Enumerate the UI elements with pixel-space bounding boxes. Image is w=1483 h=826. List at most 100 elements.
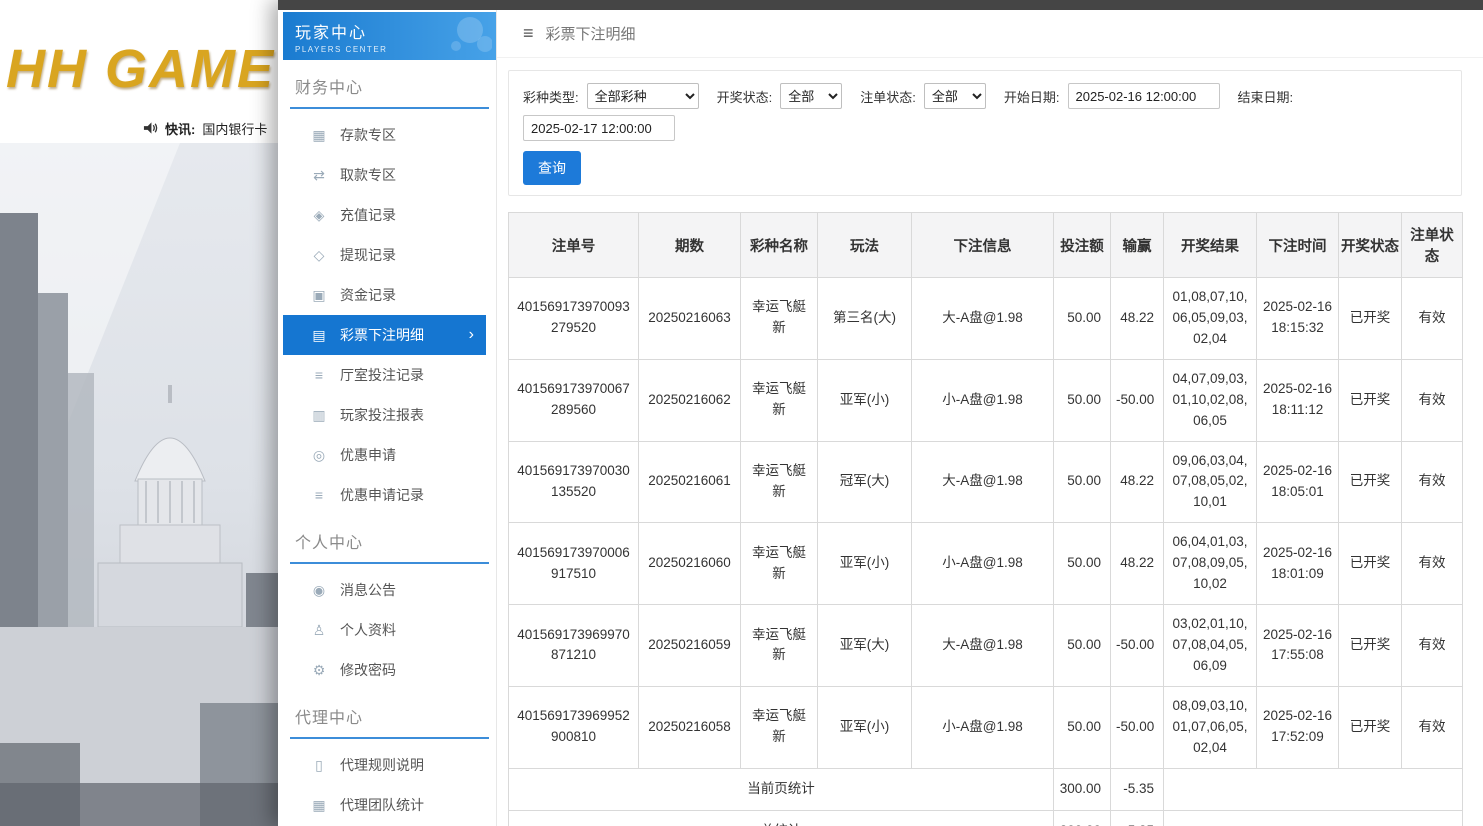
cell-bet-info: 小-A盘@1.98: [912, 523, 1054, 605]
current-page-summary-row: 当前页统计 300.00 -5.35: [509, 768, 1463, 810]
section-heading-personal: 个人中心: [290, 529, 489, 564]
withdrawal-records-icon: ◇: [310, 247, 328, 264]
funds-icon: ▣: [310, 287, 328, 304]
sidebar-header: 玩家中心 PLAYERS CENTER: [283, 12, 496, 60]
sidebar-item-label: 充值记录: [340, 205, 396, 225]
cell-draw-status: 已开奖: [1339, 441, 1402, 523]
cell-bet-info: 小-A盘@1.98: [912, 359, 1054, 441]
deposit-icon: ▦: [310, 127, 328, 144]
cell-play: 亚军(小): [818, 359, 912, 441]
player-bet-report-icon: ▥: [310, 407, 328, 424]
cell-bet-no: 401569173970030135520: [509, 441, 639, 523]
end-date-input[interactable]: [523, 115, 675, 141]
filter-panel: 彩种类型: 全部彩种 开奖状态: 全部 注单状态: 全部 开始日期:: [508, 70, 1462, 196]
sidebar-item-label: 消息公告: [340, 580, 396, 600]
ticker-label: 快讯:: [165, 119, 195, 138]
sidebar-item-withdrawal-records[interactable]: ◇ 提现记录: [283, 235, 486, 275]
panel-top-bar: [278, 0, 1483, 10]
cell-bet-time: 2025-02-16 17:52:09: [1257, 686, 1339, 768]
cell-bet-time: 2025-02-16 18:05:01: [1257, 441, 1339, 523]
sidebar-item-agent-rules[interactable]: ▯ 代理规则说明: [283, 745, 486, 785]
cell-result: 06,04,01,03,07,08,09,05,10,02: [1164, 523, 1257, 605]
section-heading-finance: 财务中心: [290, 74, 489, 109]
sidebar-item-hall-bet-records[interactable]: ≡ 厅室投注记录: [283, 355, 486, 395]
main-area: ≡ 彩票下注明细 彩种类型: 全部彩种 开奖状态: 全部 注单: [497, 10, 1483, 826]
hall-bet-records-icon: ≡: [310, 367, 328, 383]
sidebar-item-promo-apply-records[interactable]: ≡ 优惠申请记录: [283, 475, 486, 515]
sidebar-item-label: 修改密码: [340, 660, 396, 680]
cell-draw-status: 已开奖: [1339, 605, 1402, 687]
current-page-summary-empty: [1164, 768, 1463, 810]
sidebar-item-label: 取款专区: [340, 165, 396, 185]
start-date-input[interactable]: [1068, 83, 1220, 109]
cell-winloss: 48.22: [1111, 278, 1164, 360]
sidebar-item-label: 提现记录: [340, 245, 396, 265]
table-row: 401569173969952900810 20250216058 幸运飞艇新 …: [509, 686, 1463, 768]
cell-play: 冠军(大): [818, 441, 912, 523]
cell-bet-no: 401569173970006917510: [509, 523, 639, 605]
sidebar-item-label: 代理规则说明: [340, 755, 424, 775]
cell-winloss: -50.00: [1111, 359, 1164, 441]
order-status-label: 注单状态:: [860, 87, 916, 106]
column-header-lottery: 彩种名称: [741, 213, 818, 278]
cell-result: 09,06,03,04,07,08,05,02,10,01: [1164, 441, 1257, 523]
sidebar-item-label: 存款专区: [340, 125, 396, 145]
sidebar-item-messages[interactable]: ◉ 消息公告: [283, 570, 486, 610]
cell-winloss: 48.22: [1111, 523, 1164, 605]
sidebar-item-promo-apply[interactable]: ◎ 优惠申请: [283, 435, 486, 475]
cell-winloss: 48.22: [1111, 441, 1164, 523]
cell-bet-info: 大-A盘@1.98: [912, 278, 1054, 360]
sidebar-item-recharge-records[interactable]: ◈ 充值记录: [283, 195, 486, 235]
promo-apply-records-icon: ≡: [310, 487, 328, 503]
cell-amount: 50.00: [1054, 278, 1111, 360]
cell-bet-no: 401569173970093279520: [509, 278, 639, 360]
cell-order-status: 有效: [1402, 278, 1463, 360]
sidebar-item-deposit-zone[interactable]: ▦ 存款专区: [283, 115, 486, 155]
promo-apply-icon: ◎: [310, 447, 328, 464]
sidebar-item-player-bet-report[interactable]: ▥ 玩家投注报表: [283, 395, 486, 435]
cell-bet-no: 401569173970067289560: [509, 359, 639, 441]
main-topbar: ≡ 彩票下注明细: [497, 10, 1483, 58]
cell-period: 20250216059: [639, 605, 741, 687]
column-header-winloss: 输赢: [1111, 213, 1164, 278]
finance-menu: ▦ 存款专区 ⇄ 取款专区 ◈ 充值记录 ◇ 提现记录 ▣ 资金记录: [283, 115, 496, 515]
cell-amount: 50.00: [1054, 605, 1111, 687]
cell-bet-info: 大-A盘@1.98: [912, 441, 1054, 523]
sidebar-item-withdraw-zone[interactable]: ⇄ 取款专区: [283, 155, 486, 195]
column-header-bet-info: 下注信息: [912, 213, 1054, 278]
sidebar-item-change-password[interactable]: ⚙ 修改密码: [283, 650, 486, 690]
cell-draw-status: 已开奖: [1339, 278, 1402, 360]
cell-play: 亚军(小): [818, 686, 912, 768]
draw-status-select[interactable]: 全部: [780, 83, 842, 109]
sidebar-item-lottery-bet-details[interactable]: ▤ 彩票下注明细 ›: [283, 315, 486, 355]
current-page-winloss-total: -5.35: [1111, 768, 1164, 810]
personal-menu: ◉ 消息公告 ♙ 个人资料 ⚙ 修改密码: [283, 570, 496, 690]
person-icon: ♙: [310, 622, 328, 639]
cell-bet-no: 401569173969952900810: [509, 686, 639, 768]
sidebar-item-funds-records[interactable]: ▣ 资金记录: [283, 275, 486, 315]
cell-amount: 50.00: [1054, 441, 1111, 523]
cell-bet-time: 2025-02-16 18:11:12: [1257, 359, 1339, 441]
cell-lottery: 幸运飞艇新: [741, 278, 818, 360]
withdraw-icon: ⇄: [310, 167, 328, 184]
column-header-result: 开奖结果: [1164, 213, 1257, 278]
cell-period: 20250216061: [639, 441, 741, 523]
column-header-draw-status: 开奖状态: [1339, 213, 1402, 278]
announcement-icon: ◉: [310, 582, 328, 599]
order-status-select[interactable]: 全部: [924, 83, 986, 109]
cell-order-status: 有效: [1402, 359, 1463, 441]
cell-draw-status: 已开奖: [1339, 359, 1402, 441]
query-button[interactable]: 查询: [523, 151, 581, 185]
page-title: 彩票下注明细: [546, 23, 636, 44]
recharge-icon: ◈: [310, 207, 328, 224]
sidebar-item-agent-team-stats[interactable]: ▦ 代理团队统计: [283, 785, 486, 825]
sidebar-item-profile[interactable]: ♙ 个人资料: [283, 610, 486, 650]
lottery-type-select[interactable]: 全部彩种: [587, 83, 699, 109]
cell-bet-info: 大-A盘@1.98: [912, 605, 1054, 687]
hamburger-menu-icon[interactable]: ≡: [523, 23, 534, 44]
table-row: 401569173970030135520 20250216061 幸运飞艇新 …: [509, 441, 1463, 523]
column-header-order-status: 注单状态: [1402, 213, 1463, 278]
column-header-play: 玩法: [818, 213, 912, 278]
cell-period: 20250216060: [639, 523, 741, 605]
grand-total-empty: [1164, 810, 1463, 826]
